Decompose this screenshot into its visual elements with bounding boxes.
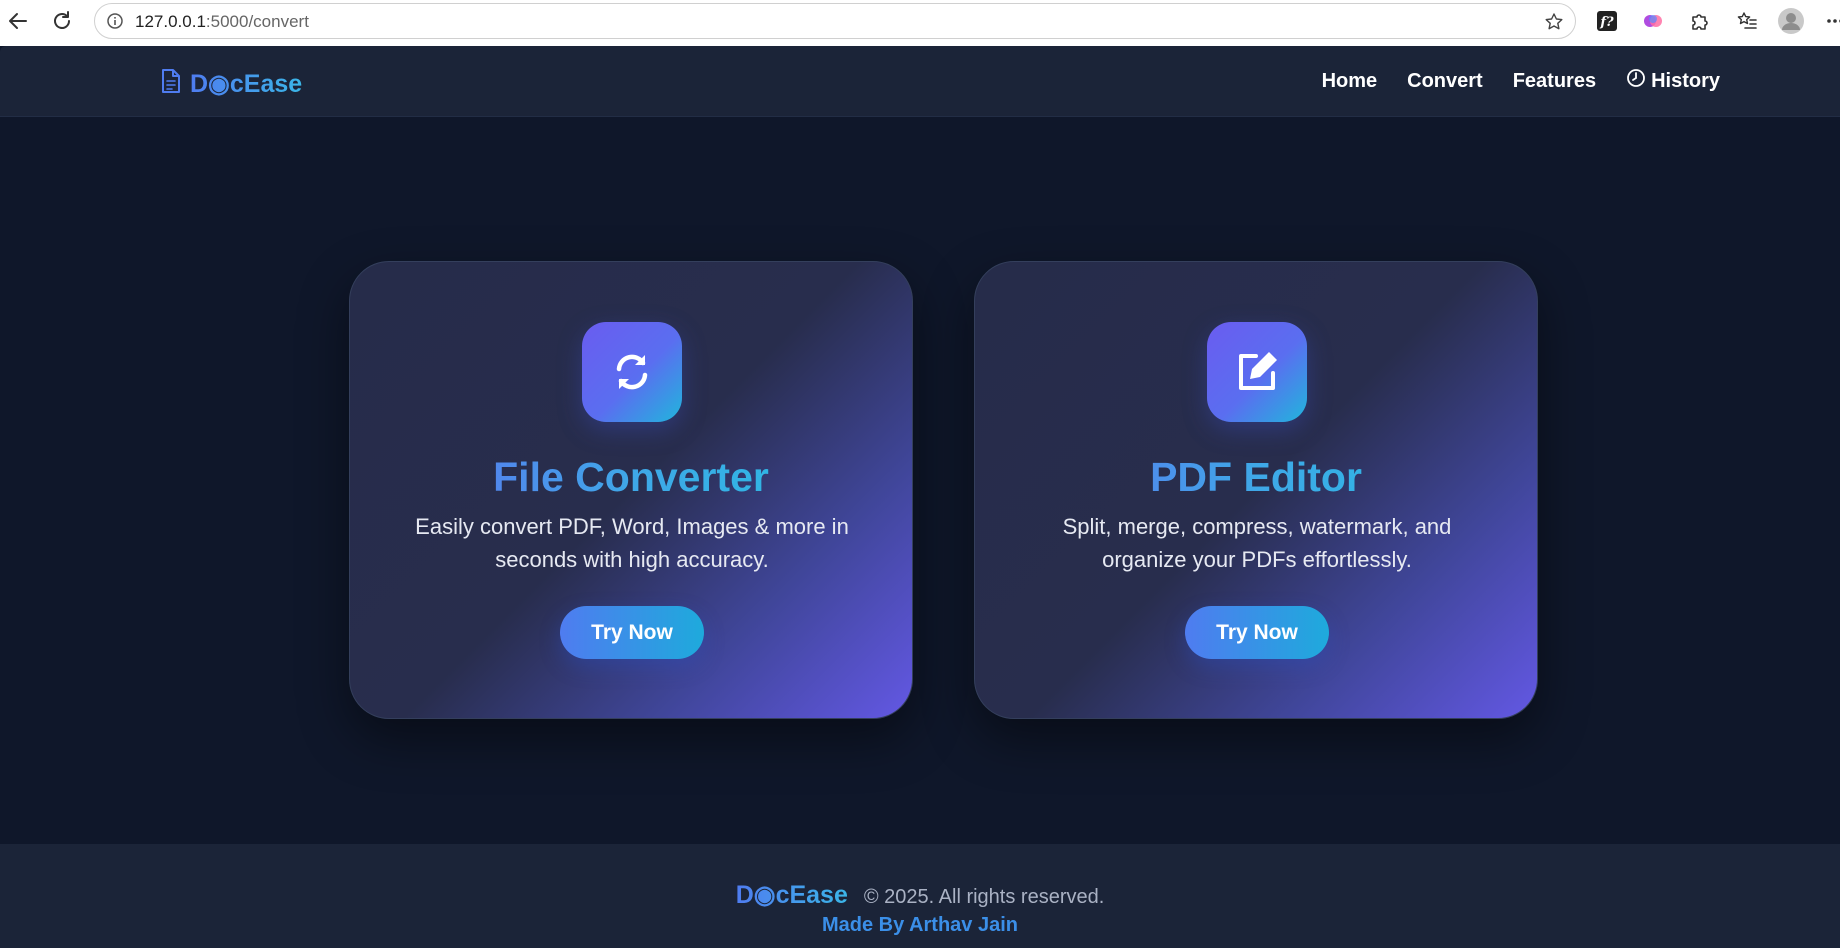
back-icon[interactable]: [4, 7, 32, 35]
try-now-button[interactable]: Try Now: [1185, 606, 1329, 659]
extensions-puzzle-icon[interactable]: [1686, 8, 1712, 34]
card-title: PDF Editor: [975, 454, 1537, 501]
favorites-list-icon[interactable]: [1734, 8, 1760, 34]
brand-logo[interactable]: D◉cEase: [160, 68, 302, 99]
try-now-button[interactable]: Try Now: [560, 606, 704, 659]
refresh-icon: [582, 322, 682, 422]
formula-extension-icon[interactable]: f?: [1594, 8, 1620, 34]
more-options-icon[interactable]: [1822, 8, 1840, 34]
app-navbar: D◉cEase Home Convert Features History: [0, 46, 1840, 117]
browser-toolbar: 127.0.0.1:5000/convert f?: [0, 0, 1840, 46]
brand-name: D◉cEase: [190, 69, 303, 98]
nav-convert-link[interactable]: Convert: [1407, 70, 1483, 93]
edit-icon: [1207, 322, 1307, 422]
nav-home-link[interactable]: Home: [1322, 70, 1378, 93]
url-host: 127.0.0.1: [135, 12, 206, 31]
document-icon: [160, 68, 182, 99]
clock-icon: [1626, 68, 1646, 94]
nav-history-link[interactable]: History: [1626, 68, 1720, 94]
url-text[interactable]: 127.0.0.1:5000/convert: [135, 12, 309, 32]
footer-brand: D◉cEase: [735, 881, 848, 909]
card-description: Split, merge, compress, watermark, and o…: [1062, 514, 1452, 572]
url-path: :5000/convert: [205, 12, 309, 31]
card-title: File Converter: [350, 454, 912, 501]
card-description: Easily convert PDF, Word, Images & more …: [415, 514, 849, 572]
file-converter-card: File Converter Easily convert PDF, Word,…: [349, 261, 913, 719]
reload-icon[interactable]: [48, 7, 76, 35]
page-footer: D◉cEase © 2025. All rights reserved. Mad…: [0, 844, 1840, 948]
site-info-icon[interactable]: [105, 11, 125, 31]
profile-avatar-icon[interactable]: [1778, 8, 1804, 34]
footer-copyright: © 2025. All rights reserved.: [863, 886, 1105, 908]
nav-history-label: History: [1651, 69, 1720, 92]
svg-text:f?: f?: [1599, 15, 1614, 30]
footer-made-by: Made By Arthav Jain: [822, 914, 1018, 936]
copilot-brain-icon[interactable]: [1640, 8, 1666, 34]
nav-menu: Home Convert Features History: [1322, 68, 1720, 94]
favorite-star-icon[interactable]: [1543, 11, 1565, 33]
address-bar[interactable]: 127.0.0.1:5000/convert: [94, 3, 1576, 39]
pdf-editor-card: PDF Editor Split, merge, compress, water…: [974, 261, 1538, 719]
main-content: File Converter Easily convert PDF, Word,…: [0, 117, 1840, 844]
nav-features-link[interactable]: Features: [1513, 70, 1596, 93]
footer-brand-line: D◉cEase © 2025. All rights reserved.: [0, 880, 1840, 910]
